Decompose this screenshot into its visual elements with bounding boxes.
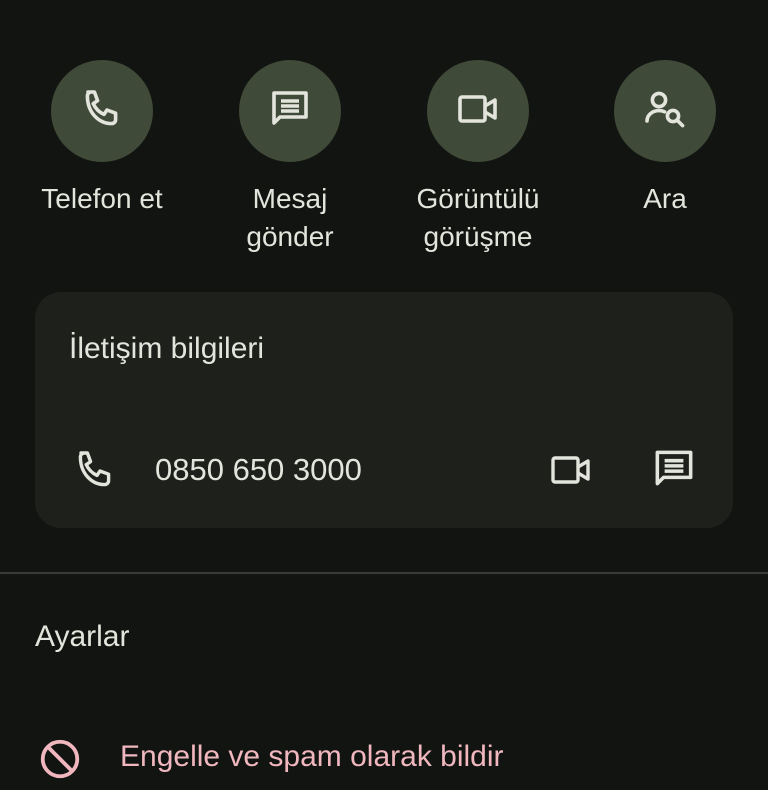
quick-actions: Telefon et Mesaj gönder Görüntülü görüşm… [0,60,768,260]
block-report-spam-item[interactable]: Engelle ve spam olarak bildir [35,730,768,790]
message-button[interactable] [239,60,341,162]
message-label: Mesaj gönder [246,183,334,252]
contact-info-card: İletişim bilgileri 0850 650 3000 [35,292,733,528]
video-call-label: Görüntülü görüşme [416,183,540,252]
phone-row[interactable]: 0850 650 3000 [35,442,733,498]
search-label: Ara [643,183,687,214]
search-action[interactable]: Ara [575,60,755,218]
call-label: Telefon et [41,183,163,214]
call-action[interactable]: Telefon et [12,60,192,218]
video-call-action[interactable]: Görüntülü görüşme [388,60,568,256]
phone-icon [71,446,119,499]
search-button[interactable] [614,60,716,162]
call-button[interactable] [51,60,153,162]
video-call-button[interactable] [427,60,529,162]
video-icon [454,85,502,138]
section-divider [0,572,768,574]
phone-icon [78,85,126,138]
block-report-spam-label: Engelle ve spam olarak bildir [120,740,504,773]
settings-title: Ayarlar [35,620,130,653]
block-icon [37,736,83,787]
message-icon [266,85,314,138]
search-person-icon [641,85,689,138]
phone-number[interactable]: 0850 650 3000 [155,452,362,488]
contact-info-title: İletişim bilgileri [69,332,265,365]
video-call-icon[interactable] [547,446,595,499]
message-icon[interactable] [649,444,699,499]
message-action[interactable]: Mesaj gönder [200,60,380,256]
